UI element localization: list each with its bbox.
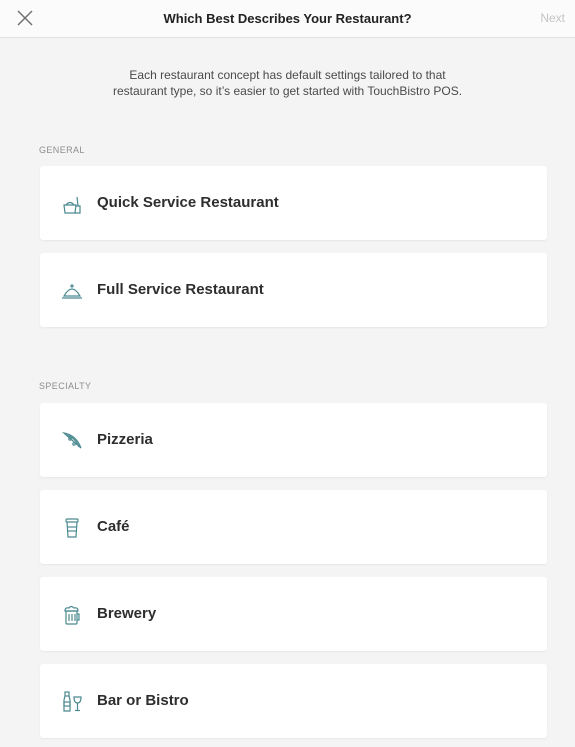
option-label: Quick Service Restaurant (97, 194, 279, 211)
next-button[interactable]: Next (540, 11, 565, 25)
intro-text: Each restaurant concept has default sett… (60, 67, 515, 99)
option-pizzeria[interactable]: Pizzeria (40, 403, 547, 477)
top-bar: Which Best Describes Your Restaurant? Ne… (0, 0, 575, 38)
option-brewery[interactable]: Brewery (40, 577, 547, 651)
option-label: Bar or Bistro (97, 692, 189, 709)
section-label-specialty: SPECIALTY (39, 381, 92, 391)
option-label: Café (97, 518, 130, 535)
page-title: Which Best Describes Your Restaurant? (163, 11, 412, 26)
coffee-cup-icon (61, 517, 83, 539)
option-label: Full Service Restaurant (97, 281, 264, 298)
beer-mug-icon (61, 604, 83, 626)
option-bar-bistro[interactable]: Bar or Bistro (40, 664, 547, 738)
cloche-icon (61, 280, 83, 302)
option-cafe[interactable]: Café (40, 490, 547, 564)
option-label: Brewery (97, 605, 157, 622)
takeout-bag-icon (61, 193, 83, 215)
pizza-slice-icon (61, 430, 83, 452)
intro-line-2: restaurant type, so it’s easier to get s… (112, 84, 463, 98)
section-label-general: GENERAL (39, 145, 85, 155)
bottle-glass-icon (61, 691, 83, 713)
option-quick-service[interactable]: Quick Service Restaurant (40, 166, 547, 240)
option-label: Pizzeria (97, 431, 153, 448)
intro-line-1: Each restaurant concept has default sett… (129, 68, 446, 82)
option-full-service[interactable]: Full Service Restaurant (40, 253, 547, 327)
